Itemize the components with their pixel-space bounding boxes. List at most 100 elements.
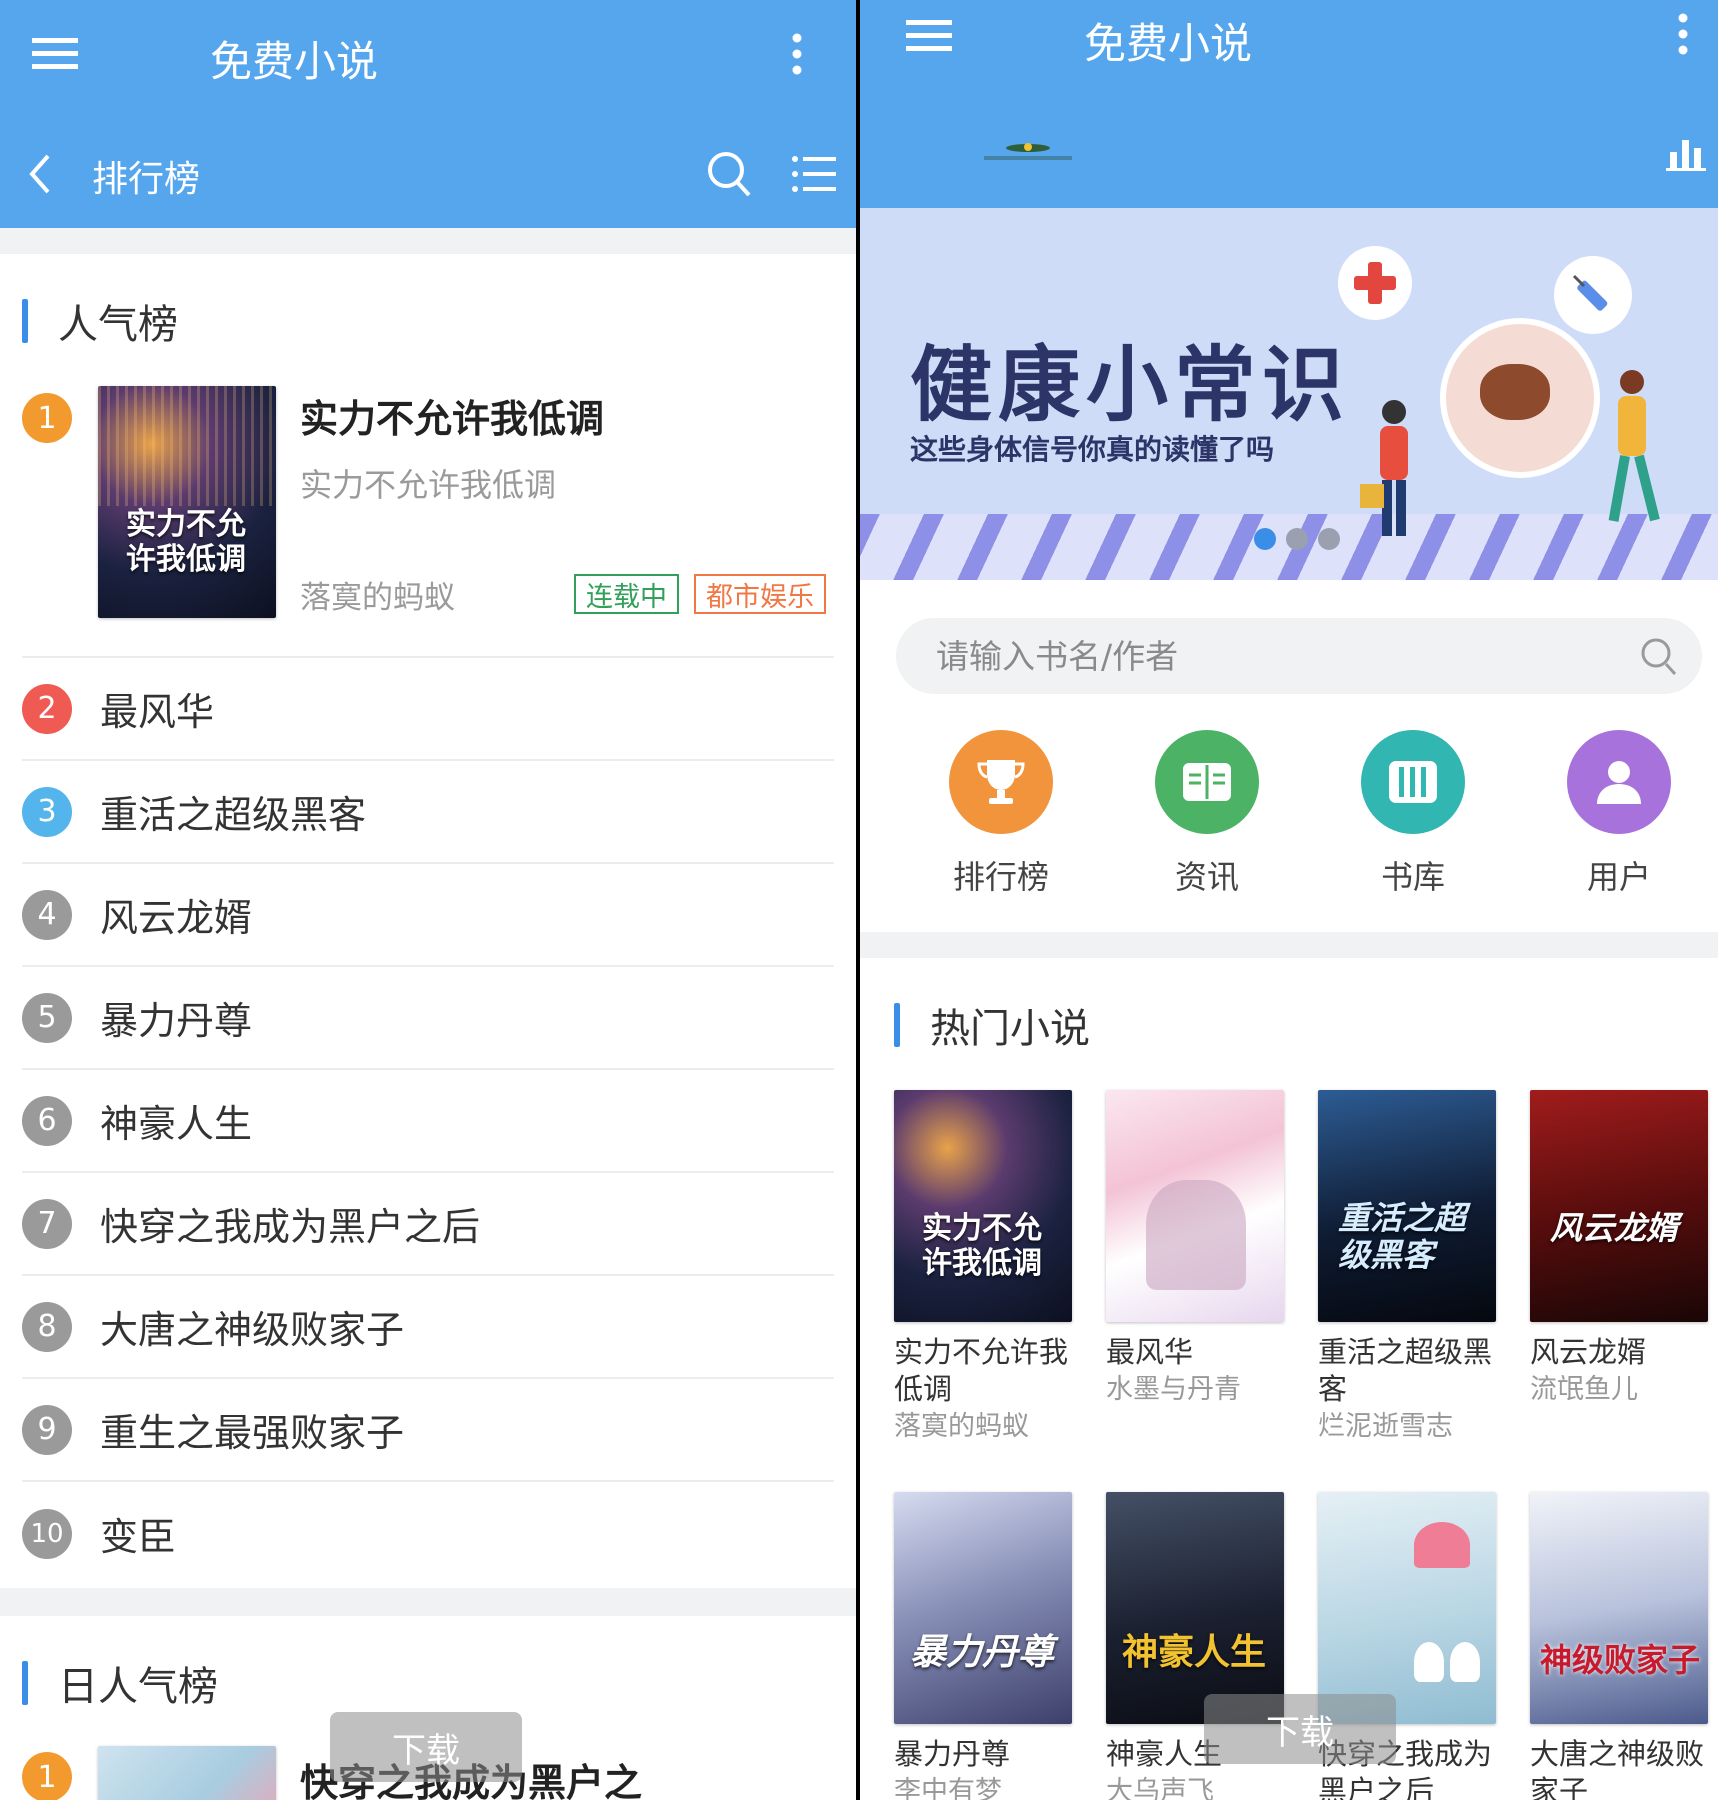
rank-row[interactable]: 4 风云龙婿: [22, 864, 834, 967]
search-bar[interactable]: [896, 618, 1702, 694]
cover-title: 实力不允许我低调: [922, 1211, 1042, 1281]
trophy-icon: [949, 730, 1053, 834]
rank-number: 4: [22, 889, 72, 940]
book-cover: [1106, 1090, 1284, 1322]
cover-art: [98, 386, 276, 506]
section-marker: [22, 299, 28, 343]
book-card[interactable]: 重活之超级黑客 重活之超级黑客 烂泥逝雪志: [1318, 1090, 1496, 1445]
book-card[interactable]: 实力不允许我低调 实力不允许我低调 落寞的蚂蚁: [894, 1090, 1072, 1445]
book-title: 实力不允许我低调: [894, 1335, 1069, 1406]
book-cover: [1318, 1492, 1496, 1724]
menu-icon[interactable]: [30, 34, 80, 74]
rank-row[interactable]: 3 重活之超级黑客: [22, 761, 834, 864]
divider: [0, 228, 856, 254]
rank-number: 2: [22, 683, 72, 734]
rank-row[interactable]: 5 暴力丹尊: [22, 967, 834, 1070]
book-cover: 重活之超级黑客: [1318, 1090, 1496, 1322]
nav-label: 书库: [1380, 858, 1445, 896]
divider: [860, 932, 1718, 958]
cover-title: 神豪人生: [1122, 1631, 1267, 1673]
download-toast[interactable]: 下载: [330, 1712, 522, 1782]
cover-title: 重活之超级黑客: [1338, 1199, 1467, 1274]
more-icon[interactable]: [782, 30, 812, 78]
book-card[interactable]: 暴力丹尊 暴力丹尊 李中有梦: [894, 1492, 1072, 1800]
menu-icon[interactable]: [904, 16, 954, 56]
carousel-dot[interactable]: [1286, 528, 1308, 550]
rank-number: 6: [22, 1095, 72, 1146]
nav-label: 用户: [1586, 858, 1651, 896]
book-author: 流氓鱼儿: [1530, 1374, 1638, 1405]
book-cover: 神级败家子: [1530, 1492, 1708, 1724]
ranking-screen: 免费小说 排行榜 人气榜 1 实力不允许我低调 实力不允许我低调 实力不允许我低…: [0, 0, 856, 1800]
logo-icon: [980, 140, 1076, 170]
rank-row[interactable]: 10 变臣: [22, 1482, 834, 1585]
more-icon[interactable]: [1668, 10, 1698, 58]
chart-icon[interactable]: [1664, 134, 1708, 174]
book-cover[interactable]: [98, 1746, 276, 1800]
section-title: 日人气榜: [58, 1664, 218, 1710]
rank-title: 变臣: [100, 1515, 177, 1559]
section-hot: 热门小说: [894, 996, 1090, 1054]
back-icon[interactable]: [22, 150, 58, 198]
nav-label: 排行榜: [952, 858, 1049, 896]
rank-number: 3: [22, 786, 72, 837]
list-icon[interactable]: [790, 152, 838, 196]
search-icon[interactable]: [704, 148, 754, 200]
rank-row[interactable]: 9 重生之最强败家子: [22, 1379, 834, 1482]
rank-row[interactable]: 7 快穿之我成为黑户之后: [22, 1173, 834, 1276]
cover-title: 风云龙婿: [1550, 1209, 1679, 1247]
banner[interactable]: 健康小常识 这些身体信号你真的读懂了吗: [860, 208, 1718, 580]
rank-number: 1: [22, 1752, 72, 1800]
rank-number: 8: [22, 1301, 72, 1352]
cover-title: 实力不允许我低调: [126, 507, 246, 577]
divider: [0, 1588, 856, 1616]
book-cover: 风云龙婿: [1530, 1090, 1708, 1322]
person-illustration: [1604, 368, 1660, 538]
book-card[interactable]: 风云龙婿 风云龙婿 流氓鱼儿: [1530, 1090, 1708, 1408]
book-title: 风云龙婿: [1530, 1335, 1647, 1369]
book-author: 落寞的蚂蚁: [894, 1411, 1029, 1442]
rank-row[interactable]: 6 神豪人生: [22, 1070, 834, 1173]
book-cover: 暴力丹尊: [894, 1492, 1072, 1724]
rank-title: 重生之最强败家子: [100, 1411, 405, 1455]
carousel-indicator[interactable]: [1254, 528, 1340, 550]
book-author: 大乌声飞: [1106, 1776, 1214, 1800]
search-icon[interactable]: [1638, 636, 1680, 678]
carousel-dot[interactable]: [1318, 528, 1340, 550]
nav-news[interactable]: 资讯: [1132, 730, 1282, 898]
syringe-icon: [1554, 256, 1632, 334]
rank-number: 5: [22, 992, 72, 1043]
rank-title: 神豪人生: [100, 1102, 253, 1146]
banner-subline: 这些身体信号你真的读懂了吗: [910, 433, 1275, 466]
page-title: 排行榜: [92, 159, 201, 200]
person-illustration: [1360, 398, 1420, 548]
genre-tag: 都市娱乐: [694, 574, 826, 614]
rank-number: 10: [22, 1508, 72, 1559]
rank-number: 9: [22, 1404, 72, 1455]
rank-title: 大唐之神级败家子: [100, 1308, 405, 1352]
book-author: 烂泥逝雪志: [1318, 1411, 1453, 1442]
book-cover: 神豪人生: [1106, 1492, 1284, 1724]
book-card[interactable]: 最风华 水墨与丹青: [1106, 1090, 1284, 1408]
book-title: 最风华: [1106, 1335, 1194, 1369]
download-toast[interactable]: 下载: [1204, 1694, 1396, 1764]
nav-label: 资讯: [1174, 858, 1239, 896]
nav-library[interactable]: 书库: [1338, 730, 1488, 898]
carousel-dot-active[interactable]: [1254, 528, 1276, 550]
search-input[interactable]: [936, 628, 1616, 684]
nav-ranking[interactable]: 排行榜: [926, 730, 1076, 898]
user-icon: [1567, 730, 1671, 834]
rank-title: 快穿之我成为黑户之后: [100, 1205, 481, 1249]
rank-row[interactable]: 2 最风华: [22, 658, 834, 761]
book-cover[interactable]: 实力不允许我低调: [98, 386, 276, 618]
book-title[interactable]: 实力不允许我低调: [300, 388, 604, 443]
status-tag: 连载中: [574, 574, 679, 614]
rank-badge-1: 1: [22, 1752, 72, 1800]
rank-row[interactable]: 8 大唐之神级败家子: [22, 1276, 834, 1379]
book-title: 重活之超级黑客: [1318, 1335, 1493, 1406]
book-card[interactable]: 神级败家子 大唐之神级败家子: [1530, 1492, 1708, 1800]
cover-title: 神级败家子: [1540, 1641, 1701, 1679]
section-title: 人气榜: [58, 302, 178, 348]
nav-user[interactable]: 用户: [1544, 730, 1694, 898]
book-title: 暴力丹尊: [894, 1737, 1011, 1771]
